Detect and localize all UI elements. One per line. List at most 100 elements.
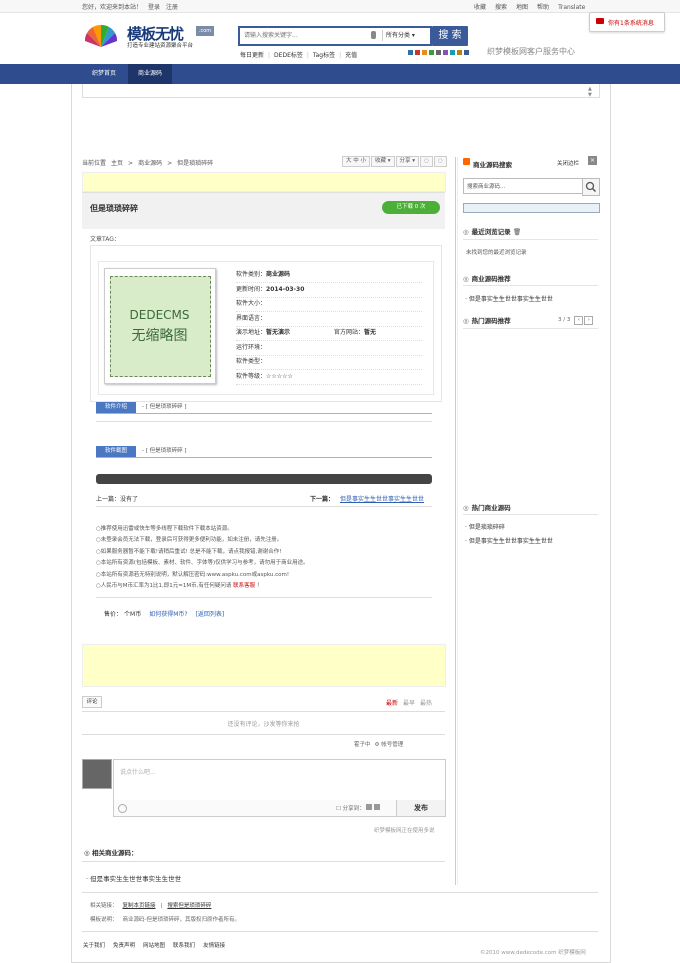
swatch[interactable] — [436, 50, 441, 55]
recharge-link[interactable]: 充值 — [345, 52, 357, 59]
close-sidebar-link[interactable]: 关闭边栏 — [557, 159, 579, 167]
sidebar-header: 商业源码搜索 关闭边栏 — [463, 157, 598, 169]
friend-links[interactable]: 友情链接 — [203, 943, 225, 949]
breadcrumb-category[interactable]: 商业源码 — [138, 160, 162, 167]
prop-label: 软件等级： — [236, 373, 267, 380]
sitemap-link[interactable]: 地图 — [516, 4, 528, 11]
section-desc: - [ 但是琐琐碎碎 ] — [142, 448, 187, 454]
comment-textarea[interactable]: 说点什么吧... — [113, 759, 446, 801]
search-icon[interactable] — [582, 178, 600, 196]
breadcrumb-label: 当前位置 — [82, 160, 107, 167]
share-button[interactable]: 分享 ▾ — [395, 156, 420, 167]
main-nav: 织梦首页 商业源码 — [0, 64, 680, 84]
dede-tag-link[interactable]: DEDE标签 — [274, 52, 303, 59]
hot2-item[interactable]: · 但是琐琐碎碎 — [465, 522, 505, 531]
related-item-text[interactable]: 但是事实生生世世事实生生世世 — [90, 875, 181, 883]
sitemap-footer-link[interactable]: 网站地图 — [143, 943, 165, 949]
copy-link[interactable]: 复制本页链接 — [123, 903, 156, 909]
search-link[interactable]: 搜索 — [495, 4, 507, 11]
powered-by[interactable]: 织梦模板网正在使用多说 — [374, 826, 435, 834]
prev-next: 上一篇：没有了 下一篇： 但是事实生生世世事实生生世世 — [96, 494, 432, 507]
search-button[interactable]: 搜 索 — [432, 26, 468, 46]
prop-label: 更新时间： — [236, 286, 267, 293]
recommend-item[interactable]: · 但是事实生生世世事实生生世世 — [465, 294, 553, 303]
font-size-button[interactable]: 大 中 小 — [342, 156, 370, 167]
prev-article[interactable]: 上一篇：没有了 — [96, 494, 138, 503]
logo-icon[interactable] — [83, 23, 119, 49]
related-item[interactable]: · 但是事实生生世世事实生生世世 — [86, 873, 181, 883]
recommend-item-text[interactable]: 但是事实生生世世事实生生世世 — [469, 296, 553, 303]
emoji-icon[interactable] — [118, 804, 127, 813]
print-icon[interactable]: ◌ — [433, 156, 447, 167]
help-link[interactable]: 帮助 — [537, 4, 549, 11]
daily-update-link[interactable]: 每日更新 — [240, 52, 264, 59]
microphone-icon[interactable] — [371, 31, 376, 39]
swatch[interactable] — [457, 50, 462, 55]
breadcrumb-home[interactable]: 主页 — [111, 160, 123, 167]
screenshot-bar — [96, 474, 432, 484]
account-manage-link[interactable]: ⚙ 帐号管理 — [375, 742, 404, 748]
swatch[interactable] — [422, 50, 427, 55]
prop-label: 软件类别： — [236, 271, 267, 278]
login-link[interactable]: 登录 — [148, 4, 160, 11]
hot2-item-text[interactable]: 但是事实生生世世事实生生世世 — [469, 538, 553, 545]
about-link[interactable]: 关于我们 — [83, 943, 105, 949]
nav-commercial-source[interactable]: 商业源码 — [128, 64, 173, 84]
qq-icon[interactable] — [374, 804, 381, 810]
next-page-icon[interactable]: › — [584, 316, 594, 325]
post-button[interactable]: 发布 — [396, 800, 445, 816]
search-category-select[interactable]: 所有分类 ▾ — [382, 30, 415, 41]
prop-value: ☆☆☆☆☆ — [266, 373, 293, 380]
trash-icon[interactable]: 🗑 — [513, 228, 521, 236]
user-name[interactable]: 霍子中 — [354, 742, 371, 748]
tab-intro[interactable]: 软件介绍 — [96, 402, 136, 413]
hot-title: 热门源码推荐 — [471, 317, 511, 325]
recommend-title: 商业源码推荐 — [471, 275, 511, 283]
favorite-link[interactable]: 收藏 — [474, 4, 486, 11]
download-notes: ○推荐使用迅雷或快车等多线程下载软件下载本站资源。 ○未登录会员无法下载，登录后… — [96, 524, 309, 592]
swatch[interactable] — [408, 50, 413, 55]
swatch[interactable] — [429, 50, 434, 55]
download-button[interactable]: 已下载 0 次 — [382, 201, 440, 214]
translate-link[interactable]: Translate — [558, 4, 585, 11]
hot2-item-text[interactable]: 但是琐琐碎碎 — [469, 524, 505, 531]
price-row: 售价： 个M币 如何获得M币? [返回列表] — [104, 609, 232, 618]
sort-oldest[interactable]: 最早 — [403, 700, 415, 707]
tab-screenshot[interactable]: 软件截图 — [96, 446, 136, 457]
swatch[interactable] — [443, 50, 448, 55]
logo-badge: .com — [196, 26, 214, 36]
comment-tab[interactable]: 评论 — [82, 696, 102, 708]
disclaimer-link[interactable]: 免责声明 — [113, 943, 135, 949]
close-icon[interactable]: × — [588, 156, 597, 165]
nav-home[interactable]: 织梦首页 — [82, 64, 126, 84]
contact-link[interactable]: 联系我们 — [173, 943, 195, 949]
scroll-arrows-icon[interactable]: ▲ ▼ — [588, 86, 592, 98]
weibo-icon[interactable] — [366, 804, 373, 810]
tag-link[interactable]: Tag标签 — [313, 52, 335, 59]
breadcrumb-sep: > — [167, 160, 173, 167]
hot-pager: 3 / 3 ‹ › — [558, 316, 594, 325]
sort-hottest[interactable]: 最热 — [420, 700, 432, 707]
back-to-list-link[interactable]: [返回列表] — [196, 611, 225, 618]
hot2-item[interactable]: · 但是事实生生世世事实生生世世 — [465, 536, 553, 545]
swatch[interactable] — [450, 50, 455, 55]
divider — [463, 285, 598, 286]
contact-service-link[interactable]: 联系客服 — [233, 583, 255, 589]
sort-newest[interactable]: 最新 — [386, 700, 398, 707]
swatch[interactable] — [415, 50, 420, 55]
register-link[interactable]: 注册 — [166, 4, 178, 11]
sidebar-search-input[interactable]: 搜索商业源码... — [463, 178, 583, 194]
how-to-get-link[interactable]: 如何获得M币? — [149, 611, 187, 618]
share-label[interactable]: ☐ 分享到： — [336, 806, 365, 812]
recommend-heading: ◎ 商业源码推荐 — [463, 275, 511, 283]
sidebar-search-placeholder: 搜索商业源码... — [467, 184, 506, 190]
prev-page-icon[interactable]: ‹ — [574, 316, 584, 325]
search-input[interactable] — [244, 30, 364, 41]
swatch[interactable] — [464, 50, 469, 55]
system-message-popup[interactable]: 你有1条系统消息 — [589, 12, 665, 32]
search-related-link[interactable]: 搜索但是琐琐碎碎 — [167, 903, 211, 909]
favorite-button[interactable]: 收藏 ▾ — [371, 156, 395, 167]
prop-demo: 演示地址：暂无演示 官方网站：暂无 — [236, 326, 422, 341]
comment-icon[interactable]: ◌ — [420, 156, 433, 167]
next-article[interactable]: 但是事实生生世世事实生生世世 — [340, 494, 424, 503]
